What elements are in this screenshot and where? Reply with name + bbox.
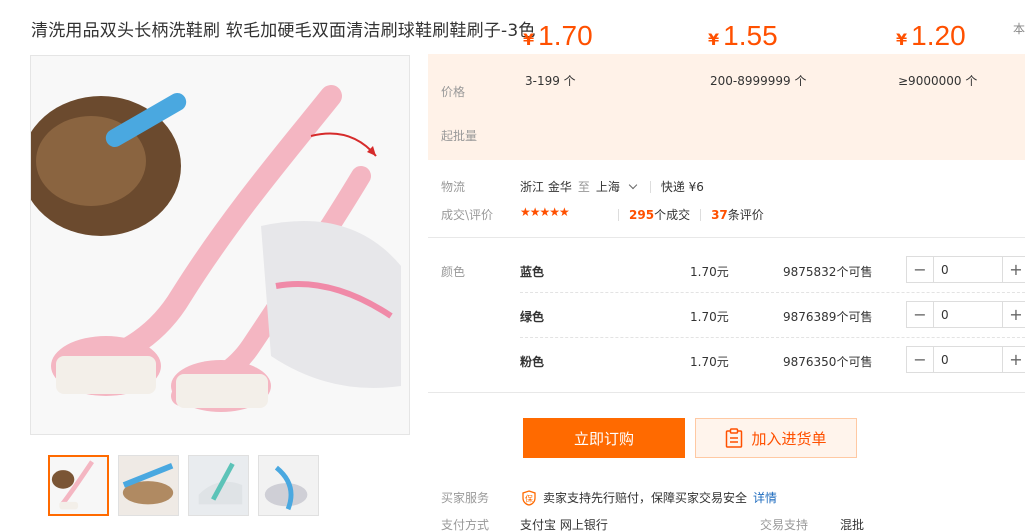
deals-info: 295个成交 37条评价 (608, 206, 764, 223)
batch-label: 起批量 (441, 129, 478, 143)
sku-price: 1.70元 (690, 310, 729, 324)
divider (428, 237, 1025, 238)
add-to-cart-label: 加入进货单 (751, 429, 827, 448)
tier-range-3: ≥9000000 个 (898, 74, 978, 88)
guarantee-detail-link[interactable]: 详情 (753, 489, 777, 506)
shield-icon: 保 (522, 489, 536, 506)
quantity-input[interactable] (934, 347, 1002, 372)
pay-method-label: 支付方式 (441, 518, 490, 532)
trade-support-label: 交易支持 (760, 518, 809, 532)
logistics-label: 物流 (441, 180, 466, 194)
currency-symbol: ¥ (896, 30, 908, 49)
sku-stock: 9876350个可售 (783, 355, 873, 369)
price-panel (428, 54, 1025, 160)
quantity-stepper[interactable]: − + (906, 301, 1025, 328)
review-count[interactable]: 37 (711, 208, 728, 222)
to-text: 至 (577, 180, 590, 194)
price-tier-3: ¥1.20 (896, 20, 966, 52)
deals-label: 成交\评价 (441, 208, 494, 222)
minus-icon[interactable]: − (907, 302, 934, 327)
thumbnail-3[interactable] (188, 455, 249, 516)
minus-icon[interactable]: − (907, 347, 934, 372)
plus-icon[interactable]: + (1002, 257, 1025, 282)
trade-support-value: 混批 (840, 518, 865, 532)
pay-methods: 支付宝 网上银行 (520, 518, 608, 532)
deal-count[interactable]: 295 (629, 208, 654, 222)
logistics-info: 浙江 金华至上海 快递 ¥6 (520, 178, 704, 195)
divider (700, 209, 702, 221)
tier-price: 1.20 (911, 20, 966, 51)
tier-range-1: 3-199 个 (525, 74, 576, 88)
quantity-input[interactable] (934, 302, 1002, 327)
product-title: 清洗用品双头长柄洗鞋刷 软毛加硬毛双面清洁刷球鞋刷鞋刷子-3色 (31, 21, 536, 41)
svg-text:保: 保 (525, 493, 533, 503)
rating-stars-icon: ★★★★★ (520, 205, 570, 219)
price-tier-1: ¥1.70 (523, 20, 593, 52)
main-product-image[interactable] (30, 55, 410, 435)
quantity-stepper[interactable]: − + (906, 346, 1025, 373)
sku-stock: 9875832个可售 (783, 265, 873, 279)
guarantee-info: 保 卖家支持先行赔付，保障买家交易安全 详情 (521, 489, 777, 506)
currency-symbol: ¥ (523, 30, 535, 49)
divider (520, 337, 1025, 338)
order-now-button[interactable]: 立即订购 (523, 418, 685, 458)
thumbnail-strip (48, 455, 319, 516)
plus-icon[interactable]: + (1002, 347, 1025, 372)
sku-name: 蓝色 (520, 265, 545, 279)
destination-select[interactable]: 上海 (596, 180, 620, 194)
divider (520, 292, 1025, 293)
sku-price: 1.70元 (690, 265, 729, 279)
tier-price: 1.70 (538, 20, 593, 51)
tier-range-2: 200-8999999 个 (710, 74, 807, 88)
tier-price: 1.55 (723, 20, 778, 51)
quantity-input[interactable] (934, 257, 1002, 282)
clipboard-icon (726, 428, 743, 448)
plus-icon[interactable]: + (1002, 302, 1025, 327)
add-to-cart-button[interactable]: 加入进货单 (695, 418, 857, 458)
review-suffix[interactable]: 条评价 (728, 208, 764, 222)
sku-price: 1.70元 (690, 355, 729, 369)
quantity-stepper[interactable]: − + (906, 256, 1025, 283)
buyer-service-label: 买家服务 (441, 491, 490, 505)
thumbnail-1[interactable] (48, 455, 109, 516)
thumbnail-2[interactable] (118, 455, 179, 516)
currency-symbol: ¥ (708, 30, 720, 49)
shipping-fee: 快递 ¥6 (660, 180, 704, 194)
price-label: 价格 (441, 85, 466, 99)
color-label: 颜色 (441, 265, 466, 279)
minus-icon[interactable]: − (907, 257, 934, 282)
divider (428, 392, 1025, 393)
divider (649, 181, 651, 193)
origin: 浙江 金华 (520, 180, 572, 194)
sku-name: 粉色 (520, 355, 545, 369)
guarantee-text: 卖家支持先行赔付，保障买家交易安全 (543, 491, 748, 505)
thumbnail-4[interactable] (258, 455, 319, 516)
deal-suffix[interactable]: 个成交 (654, 208, 690, 222)
divider (618, 209, 619, 221)
price-tier-2: ¥1.55 (708, 20, 778, 52)
sku-name: 绿色 (520, 310, 545, 324)
corner-text: 本 (1013, 22, 1025, 36)
sku-stock: 9876389个可售 (783, 310, 873, 324)
chevron-down-icon[interactable] (628, 180, 638, 190)
